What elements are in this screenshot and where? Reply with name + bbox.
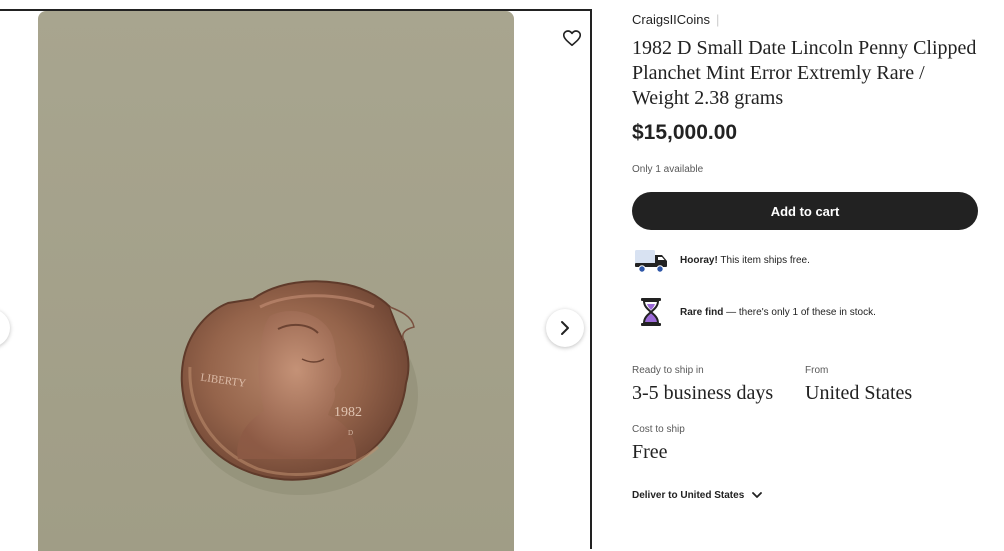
cost-to-ship-label: Cost to ship bbox=[632, 424, 685, 435]
shop-name-row: CraigsIICoins | bbox=[632, 12, 719, 27]
ships-from-value: United States bbox=[805, 382, 913, 404]
separator: | bbox=[716, 12, 720, 27]
truck-icon bbox=[632, 244, 670, 276]
deliver-to-label: Deliver to United States bbox=[632, 490, 745, 501]
ready-to-ship-value: 3-5 business days bbox=[632, 382, 774, 404]
shop-name-link[interactable]: CraigsIICoins bbox=[632, 12, 710, 27]
perk-bold-rare: Rare find bbox=[680, 306, 724, 318]
perk-bold-shipping: Hooray! bbox=[680, 254, 718, 266]
heart-icon bbox=[563, 29, 581, 46]
perk-text-rare: Rare find — there's only 1 of these in s… bbox=[680, 307, 876, 318]
cost-to-ship-value: Free bbox=[632, 441, 668, 463]
rare-find-perk: Rare find — there's only 1 of these in s… bbox=[632, 296, 876, 328]
add-to-cart-button[interactable]: Add to cart bbox=[632, 192, 978, 230]
availability-text: Only 1 available bbox=[632, 164, 704, 175]
chevron-down-icon bbox=[752, 492, 763, 499]
coin-year-text: 1982 bbox=[334, 405, 362, 420]
perk-detail-shipping: This item ships free. bbox=[717, 254, 810, 266]
free-shipping-perk: Hooray! This item ships free. bbox=[632, 244, 810, 276]
chevron-right-icon bbox=[561, 321, 569, 335]
previous-image-button[interactable] bbox=[0, 309, 10, 347]
coin-photo-graphic: LIBERTY 1982 D bbox=[38, 11, 514, 551]
deliver-to-dropdown[interactable]: Deliver to United States bbox=[632, 490, 763, 501]
favorite-button[interactable] bbox=[559, 25, 585, 51]
coin-photo[interactable]: LIBERTY 1982 D bbox=[38, 11, 514, 551]
ships-from-label: From bbox=[805, 365, 829, 376]
ready-to-ship-label: Ready to ship in bbox=[632, 365, 704, 376]
coin-mint-text: D bbox=[348, 429, 353, 437]
hourglass-icon bbox=[632, 296, 670, 328]
next-image-button[interactable] bbox=[546, 309, 584, 347]
image-gallery: LIBERTY 1982 D bbox=[0, 9, 592, 551]
listing-title: 1982 D Small Date Lincoln Penny Clipped … bbox=[632, 37, 977, 109]
price: $15,000.00 bbox=[632, 121, 738, 144]
perk-detail-rare: — there's only 1 of these in stock. bbox=[723, 306, 876, 318]
perk-text-shipping: Hooray! This item ships free. bbox=[680, 255, 810, 266]
